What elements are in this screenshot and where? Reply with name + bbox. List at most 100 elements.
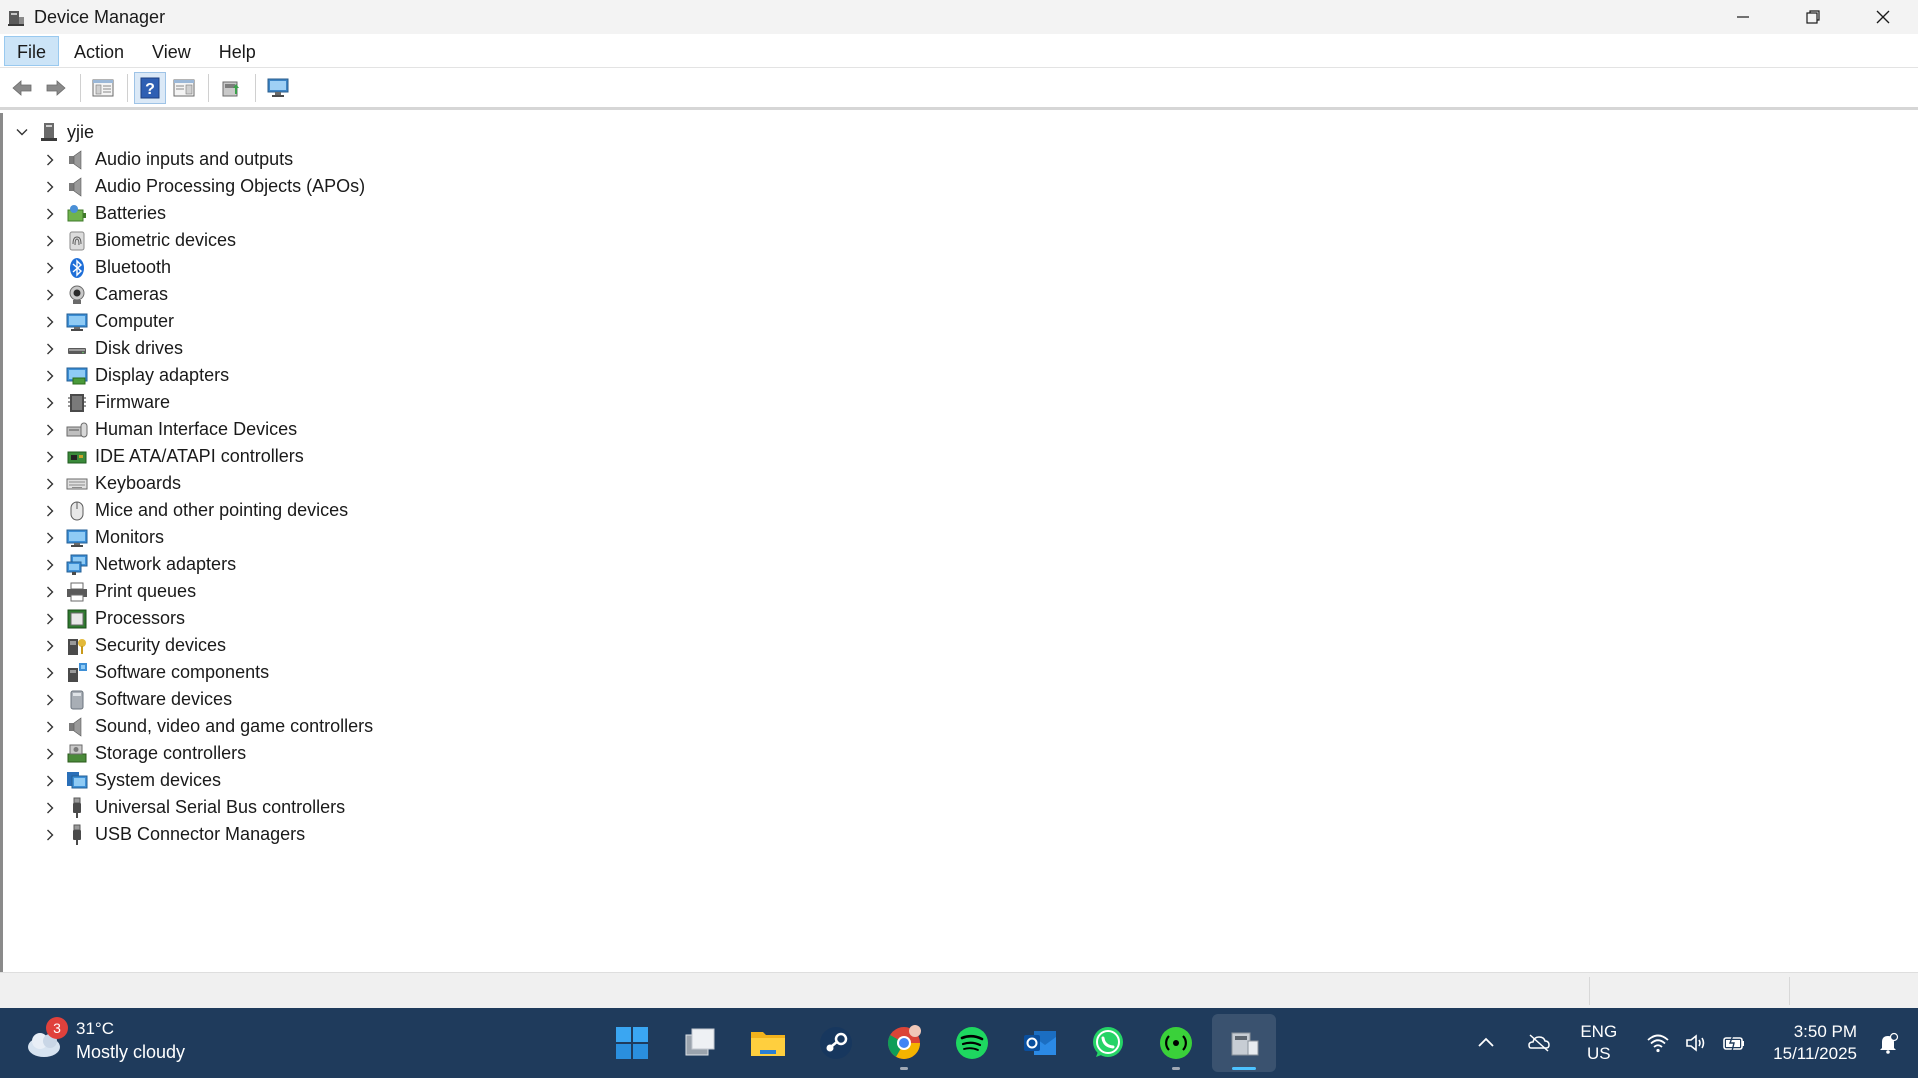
expand-chevron-icon[interactable] [39,365,61,387]
broadcast-icon [1160,1027,1192,1059]
device-manager-taskbar-button[interactable] [1212,1014,1276,1072]
tree-node-audio-processing-objects-apos[interactable]: Audio Processing Objects (APOs) [39,173,373,200]
task-view-button[interactable] [668,1014,732,1072]
expand-chevron-icon[interactable] [39,338,61,360]
speaker-icon [65,148,89,172]
expand-chevron-icon[interactable] [39,284,61,306]
expand-chevron-icon[interactable] [39,149,61,171]
tree-node-system-devices[interactable]: System devices [39,767,373,794]
tree-node-label: Biometric devices [95,230,237,250]
expand-chevron-icon[interactable] [39,608,61,630]
display-adapter-icon [65,364,89,388]
onedrive-button[interactable] [1523,1027,1555,1059]
expand-chevron-icon[interactable] [39,716,61,738]
tree-node-sound-video-and-game-controllers[interactable]: Sound, video and game controllers [39,713,373,740]
tree-node-human-interface-devices[interactable]: Human Interface Devices [39,416,373,443]
whatsapp-button[interactable] [1076,1014,1140,1072]
broadcast-button[interactable] [1144,1014,1208,1072]
chrome-button[interactable] [872,1014,936,1072]
tree-node-software-devices[interactable]: Software devices [39,686,373,713]
start-button[interactable] [600,1014,664,1072]
menu-file[interactable]: File [4,35,60,66]
tree-node-cameras[interactable]: Cameras [39,281,373,308]
tree-node-software-components[interactable]: Software components [39,659,373,686]
expand-chevron-icon[interactable] [39,770,61,792]
tree-node-processors[interactable]: Processors [39,605,373,632]
tree-node-universal-serial-bus-controllers[interactable]: Universal Serial Bus controllers [39,794,373,821]
collapse-chevron-icon[interactable] [11,121,33,143]
tree-node-display-adapters[interactable]: Display adapters [39,362,373,389]
expand-chevron-icon[interactable] [39,797,61,819]
file-explorer-button[interactable] [736,1014,800,1072]
tree-node-audio-inputs-and-outputs[interactable]: Audio inputs and outputs [39,146,373,173]
minimize-button[interactable] [1708,0,1778,34]
tree-node-security-devices[interactable]: Security devices [39,632,373,659]
back-button[interactable] [6,72,38,104]
expand-chevron-icon[interactable] [39,473,61,495]
toolbar-separator [255,73,256,102]
properties-pane-button[interactable] [168,72,200,104]
tree-node-print-queues[interactable]: Print queues [39,578,373,605]
expand-chevron-icon[interactable] [39,743,61,765]
help-button[interactable]: ? [134,71,166,104]
show-hide-console-tree-button[interactable] [87,72,119,104]
status-divider [1789,977,1790,1005]
tree-node-monitors[interactable]: Monitors [39,524,373,551]
monitor-icon [65,526,89,550]
expand-chevron-icon[interactable] [39,203,61,225]
tree-node-mice-and-other-pointing-devices[interactable]: Mice and other pointing devices [39,497,373,524]
tree-node-ide-ata-atapi-controllers[interactable]: IDE ATA/ATAPI controllers [39,443,373,470]
expand-chevron-icon[interactable] [39,662,61,684]
expand-chevron-icon[interactable] [39,554,61,576]
expand-chevron-icon[interactable] [39,392,61,414]
battery-button[interactable] [1718,1027,1750,1059]
tree-node-batteries[interactable]: Batteries [39,200,373,227]
tree-node-storage-controllers[interactable]: Storage controllers [39,740,373,767]
tree-node-firmware[interactable]: Firmware [39,389,373,416]
scan-hardware-button[interactable] [262,72,294,104]
expand-chevron-icon[interactable] [39,689,61,711]
clock[interactable]: 3:50 PM 15/11/2025 [1773,1021,1857,1065]
outlook-button[interactable] [1008,1014,1072,1072]
expand-chevron-icon[interactable] [39,257,61,279]
show-hidden-icons-button[interactable] [1470,1027,1502,1059]
toolbar-separator [208,73,209,102]
expand-chevron-icon[interactable] [39,230,61,252]
steam-button[interactable] [804,1014,868,1072]
disk-drive-icon [65,337,89,361]
menu-help[interactable]: Help [206,36,269,66]
menu-view[interactable]: View [139,36,204,66]
tree-node-biometric-devices[interactable]: Biometric devices [39,227,373,254]
expand-chevron-icon[interactable] [39,527,61,549]
spotify-button[interactable] [940,1014,1004,1072]
notification-button[interactable] [1872,1027,1904,1059]
tree-node-keyboards[interactable]: Keyboards [39,470,373,497]
battery-icon [65,202,89,226]
forward-button[interactable] [40,72,72,104]
update-driver-button[interactable] [215,72,247,104]
expand-chevron-icon[interactable] [39,500,61,522]
expand-chevron-icon[interactable] [39,581,61,603]
taskbar: 3 31°C Mostly cloudy ENG US 3:50 PM 15/1… [0,1008,1918,1078]
running-indicator [1172,1067,1180,1070]
expand-chevron-icon[interactable] [39,824,61,846]
tree-root-node[interactable]: yjie [11,119,94,145]
scan-hardware-icon [267,78,289,97]
weather-widget[interactable]: 3 31°C Mostly cloudy [24,1017,185,1064]
tree-node-disk-drives[interactable]: Disk drives [39,335,373,362]
wifi-button[interactable] [1642,1027,1674,1059]
tree-node-computer[interactable]: Computer [39,308,373,335]
menu-action[interactable]: Action [61,36,137,66]
volume-button[interactable] [1680,1027,1712,1059]
tree-node-network-adapters[interactable]: Network adapters [39,551,373,578]
expand-chevron-icon[interactable] [39,311,61,333]
language-indicator[interactable]: ENG US [1580,1021,1617,1065]
tree-node-usb-connector-managers[interactable]: USB Connector Managers [39,821,373,848]
close-button[interactable] [1848,0,1918,34]
expand-chevron-icon[interactable] [39,635,61,657]
tree-node-bluetooth[interactable]: Bluetooth [39,254,373,281]
expand-chevron-icon[interactable] [39,176,61,198]
expand-chevron-icon[interactable] [39,446,61,468]
expand-chevron-icon[interactable] [39,419,61,441]
restore-button[interactable] [1778,0,1848,34]
